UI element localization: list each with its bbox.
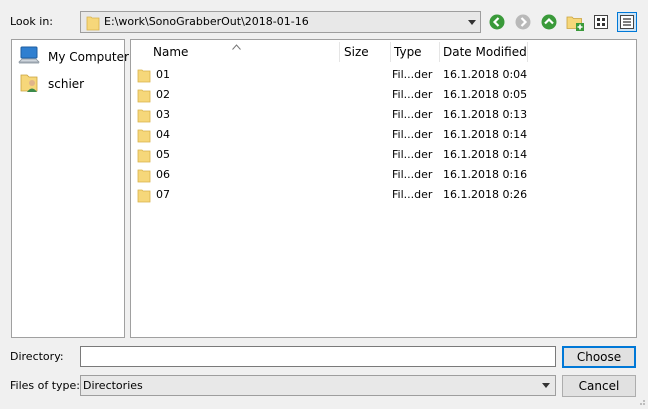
- look-in-combo[interactable]: E:\work\SonoGrabberOut\2018-01-16: [80, 11, 481, 33]
- files-of-type-combo[interactable]: Directories: [80, 375, 556, 396]
- table-row[interactable]: 07 Fil...der 16.1.2018 0:26: [131, 185, 635, 205]
- file-date: 16.1.2018 0:26: [443, 188, 528, 201]
- resize-grip-icon[interactable]: [636, 396, 646, 409]
- column-header-date[interactable]: Date Modified: [440, 40, 527, 64]
- files-of-type-label: Files of type:: [10, 379, 81, 392]
- table-row[interactable]: 03 Fil...der 16.1.2018 0:13: [131, 105, 635, 125]
- file-date: 16.1.2018 0:16: [443, 168, 528, 181]
- sidebar-item-schier[interactable]: schier: [18, 71, 84, 97]
- file-name: 02: [156, 88, 170, 101]
- file-date: 16.1.2018 0:14: [443, 148, 528, 161]
- folder-icon: [137, 148, 151, 166]
- detail-view-button[interactable]: [617, 12, 637, 32]
- file-date: 16.1.2018 0:14: [443, 128, 528, 141]
- chevron-down-icon[interactable]: [542, 383, 550, 388]
- file-type: Fil...der: [392, 108, 433, 121]
- detail-view-icon: [618, 13, 636, 31]
- table-row[interactable]: 02 Fil...der 16.1.2018 0:05: [131, 85, 635, 105]
- folder-icon: [137, 88, 151, 106]
- choose-button[interactable]: Choose: [562, 346, 636, 368]
- table-row[interactable]: 06 Fil...der 16.1.2018 0:16: [131, 165, 635, 185]
- folder-icon: [137, 128, 151, 146]
- folder-icon: [86, 15, 100, 34]
- back-arrow-icon: [487, 12, 507, 32]
- sidebar-pane: My Computer schier: [11, 39, 129, 338]
- sidebar-item-my-computer[interactable]: My Computer: [18, 44, 129, 70]
- sidebar-item-label: My Computer: [48, 50, 129, 64]
- sort-up-icon: [232, 40, 241, 53]
- file-type: Fil...der: [392, 168, 433, 181]
- folder-icon: [137, 108, 151, 126]
- file-type: Fil...der: [392, 148, 433, 161]
- new-folder-button[interactable]: [565, 12, 585, 32]
- chevron-down-icon[interactable]: [468, 20, 476, 25]
- back-button[interactable]: [487, 12, 507, 32]
- column-header-size[interactable]: Size: [340, 40, 390, 64]
- user-folder-icon: [18, 72, 40, 97]
- directory-label: Directory:: [10, 350, 64, 363]
- list-view-button[interactable]: [591, 12, 611, 32]
- forward-arrow-icon: [513, 12, 533, 32]
- sidebar-item-label: schier: [48, 77, 85, 91]
- cancel-button[interactable]: Cancel: [562, 375, 636, 397]
- folder-icon: [137, 68, 151, 86]
- file-name: 01: [156, 68, 170, 81]
- file-type: Fil...der: [392, 128, 433, 141]
- file-name: 04: [156, 128, 170, 141]
- file-name: 07: [156, 188, 170, 201]
- files-of-type-value: Directories: [83, 379, 143, 392]
- column-header-type[interactable]: Type: [391, 40, 439, 64]
- directory-input[interactable]: [80, 346, 556, 367]
- forward-button[interactable]: [513, 12, 533, 32]
- file-name: 06: [156, 168, 170, 181]
- file-name: 05: [156, 148, 170, 161]
- look-in-label: Look in:: [10, 15, 53, 28]
- file-date: 16.1.2018 0:05: [443, 88, 528, 101]
- new-folder-icon: [565, 12, 585, 32]
- file-date: 16.1.2018 0:13: [443, 108, 528, 121]
- look-in-path: E:\work\SonoGrabberOut\2018-01-16: [104, 15, 309, 28]
- file-type: Fil...der: [392, 188, 433, 201]
- file-type: Fil...der: [392, 88, 433, 101]
- up-button[interactable]: [539, 12, 559, 32]
- file-name: 03: [156, 108, 170, 121]
- table-row[interactable]: 04 Fil...der 16.1.2018 0:14: [131, 125, 635, 145]
- file-date: 16.1.2018 0:04: [443, 68, 528, 81]
- file-type: Fil...der: [392, 68, 433, 81]
- computer-icon: [18, 45, 40, 70]
- file-list-pane: Name Size Type Date Modified 01 Fil...der…: [130, 39, 637, 338]
- up-arrow-icon: [539, 12, 559, 32]
- list-view-icon: [592, 13, 610, 31]
- folder-icon: [137, 188, 151, 206]
- table-row[interactable]: 01 Fil...der 16.1.2018 0:04: [131, 65, 635, 85]
- folder-icon: [137, 168, 151, 186]
- table-row[interactable]: 05 Fil...der 16.1.2018 0:14: [131, 145, 635, 165]
